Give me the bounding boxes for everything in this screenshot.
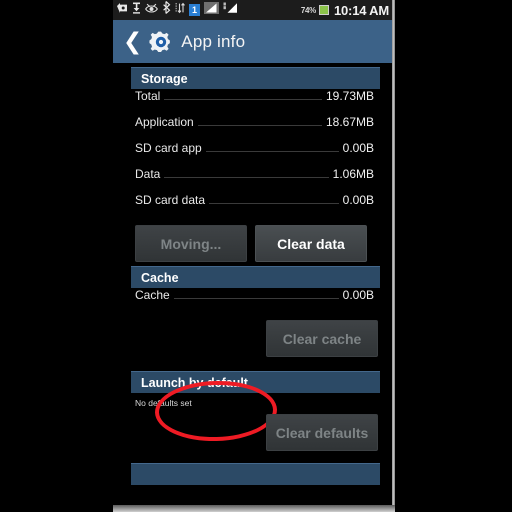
sim-slot-badge: 1 bbox=[189, 4, 200, 16]
usb-connection-icon bbox=[132, 1, 141, 19]
cache-button-row: Clear cache bbox=[135, 320, 378, 357]
download-arrow-icon bbox=[116, 1, 128, 19]
section-header-storage: Storage bbox=[131, 67, 380, 89]
page-title: App info bbox=[181, 31, 246, 51]
clear-data-button[interactable]: Clear data bbox=[255, 225, 367, 262]
battery-icon bbox=[319, 5, 329, 15]
clear-defaults-button: Clear defaults bbox=[266, 414, 378, 451]
row-label: SD card app bbox=[135, 141, 202, 155]
clear-cache-button: Clear cache bbox=[266, 320, 378, 357]
row-label: SD card data bbox=[135, 193, 206, 207]
row-value: 18.67MB bbox=[325, 115, 374, 129]
phone-screen: 1 74% 10:14 AM ❮ App info Storage Total … bbox=[113, 0, 392, 512]
row-value: 1.06MB bbox=[332, 167, 374, 181]
battery-percent-label: 74% bbox=[300, 5, 316, 15]
signal-bars-icon bbox=[204, 1, 219, 19]
smart-stay-eye-icon bbox=[145, 1, 158, 19]
row-label: Data bbox=[135, 167, 161, 181]
storage-row-sd-card-app: SD card app 0.00B bbox=[135, 141, 374, 167]
row-label: Application bbox=[135, 115, 194, 129]
row-value: 0.00B bbox=[342, 141, 374, 155]
storage-row-total: Total 19.73MB bbox=[135, 89, 374, 115]
section-header-cache: Cache bbox=[131, 266, 380, 288]
row-leader-line bbox=[205, 150, 339, 152]
back-chevron-icon[interactable]: ❮ bbox=[123, 30, 142, 53]
bluetooth-icon bbox=[162, 1, 171, 19]
row-leader-line bbox=[173, 297, 339, 299]
action-bar: ❮ App info bbox=[113, 20, 392, 63]
settings-gear-icon bbox=[149, 30, 173, 54]
device-bezel-bottom bbox=[113, 505, 395, 512]
storage-row-sd-card-data: SD card data 0.00B bbox=[135, 193, 374, 219]
status-bar-clock: 10:14 AM bbox=[334, 2, 389, 18]
row-label: Cache bbox=[135, 288, 170, 302]
device-bezel-right bbox=[392, 0, 395, 512]
data-transfer-icon bbox=[175, 1, 185, 19]
move-to-sd-button: Moving... bbox=[135, 225, 247, 262]
status-bar-right-icons: 74% 10:14 AM bbox=[301, 3, 389, 18]
screenshot-frame: 1 74% 10:14 AM ❮ App info Storage Total … bbox=[0, 0, 512, 512]
launch-by-default-button-row: Clear defaults bbox=[135, 414, 378, 451]
settings-scroll-content[interactable]: Storage Total 19.73MB Application 18.67M… bbox=[113, 63, 392, 512]
row-label: Total bbox=[135, 89, 161, 103]
section-header-partial-next bbox=[131, 463, 380, 485]
row-leader-line bbox=[164, 98, 322, 100]
storage-row-application: Application 18.67MB bbox=[135, 115, 374, 141]
storage-button-row: Moving... Clear data bbox=[135, 225, 378, 443]
row-value: 19.73MB bbox=[325, 89, 374, 103]
status-bar: 1 74% 10:14 AM bbox=[113, 0, 392, 20]
row-value: 0.00B bbox=[342, 288, 374, 302]
no-defaults-set-note: No defaults set bbox=[135, 398, 192, 408]
cache-row-cache: Cache 0.00B bbox=[135, 288, 374, 314]
row-leader-line bbox=[164, 176, 329, 178]
row-value: 0.00B bbox=[342, 193, 374, 207]
status-bar-left-icons: 1 bbox=[116, 1, 301, 19]
storage-row-data: Data 1.06MB bbox=[135, 167, 374, 193]
section-header-launch-by-default: Launch by default bbox=[131, 371, 380, 393]
row-leader-line bbox=[209, 202, 339, 204]
row-leader-line bbox=[197, 124, 322, 126]
signal-bars-icon bbox=[223, 1, 239, 19]
